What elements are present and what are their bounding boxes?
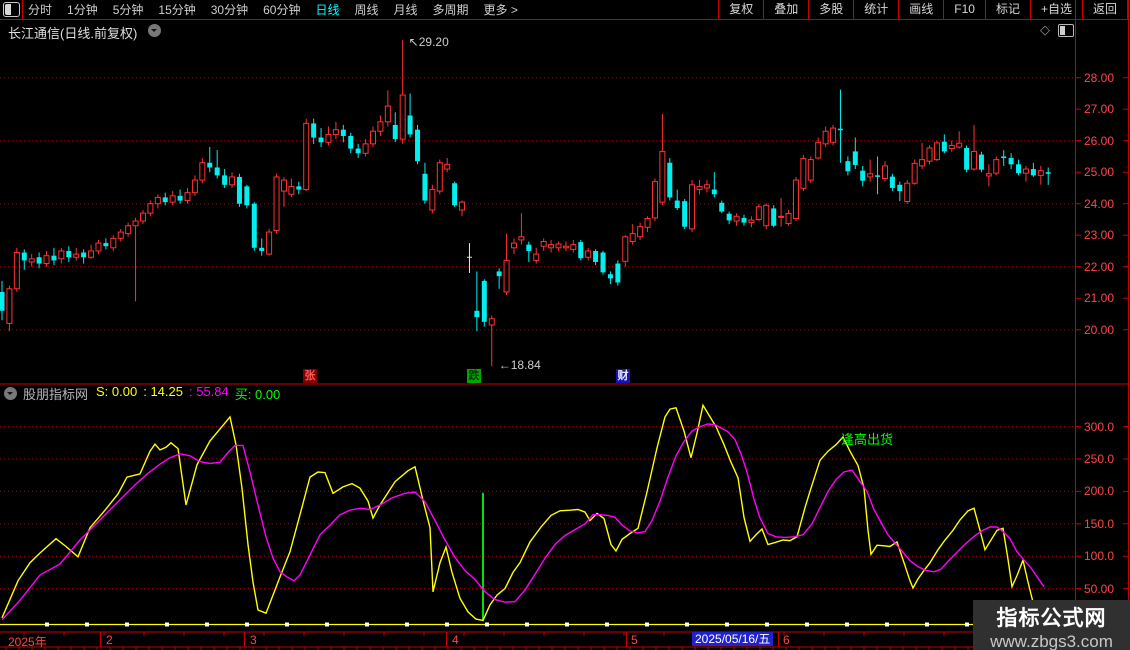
- indicator-name: 股朋指标网: [23, 387, 89, 402]
- watermark: 指标公式网 www.zbgs3.com: [973, 600, 1130, 650]
- indicator-value-3: : 55.84: [188, 384, 229, 399]
- watermark-url: www.zbgs3.com: [990, 632, 1113, 650]
- watermark-title: 指标公式网: [996, 607, 1107, 630]
- indicator-value-2: : 14.25: [143, 384, 183, 399]
- indicator-header: 股朋指标网 S: 0.00 : 14.25 : 55.84 买: 0.00: [0, 384, 286, 403]
- indicator-value-1: S: 0.00: [96, 384, 138, 399]
- candlestick-and-indicator-chart[interactable]: [0, 0, 1130, 650]
- indicator-value-4: 买: 0.00: [234, 387, 281, 402]
- tdx-app: 分时 1分钟 5分钟 15分钟 30分钟 60分钟 日线 周线 月线 多周期 更多 > 复权 叠加 多股…: [0, 0, 1130, 650]
- indicator-values: S: 0.00 : 14.25 : 55.84 买: 0.00: [96, 384, 286, 403]
- candlestick-series: [0, 39, 1051, 367]
- indicator-line-M: [1, 423, 1045, 621]
- indicator-chevron-down-icon[interactable]: [4, 387, 17, 400]
